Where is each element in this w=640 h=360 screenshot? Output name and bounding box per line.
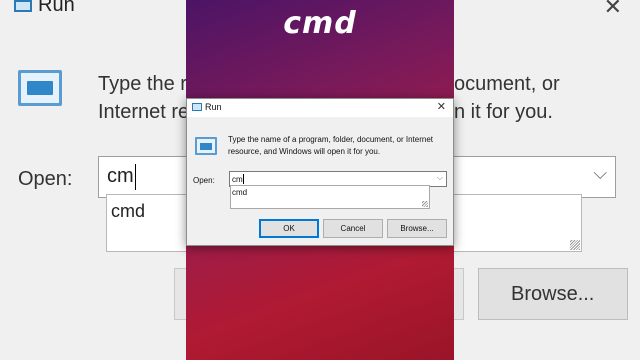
text-caret [135,164,136,190]
open-label: Open: [193,176,215,185]
browse-button[interactable]: Browse... [387,219,447,238]
chevron-down-icon[interactable]: ⌵ [437,173,443,183]
background-ok-button [174,268,186,320]
background-cancel-button [454,268,464,320]
background-browse-label: Browse... [511,283,595,305]
autocomplete-list: cmd [230,185,430,209]
run-program-icon [195,137,217,155]
title-bar[interactable]: Run ✕ [187,99,453,117]
close-button[interactable]: ✕ [437,100,446,113]
background-dialog-left: Run Type the r Internet re Open: cm cmd [0,0,186,360]
background-browse-button: Browse... [478,268,628,320]
dialog-title: Run [205,102,222,112]
background-description-right: ocument, or n it for you. [454,73,560,123]
background-input-value: cm [107,165,134,187]
dialog-description: Type the name of a program, folder, docu… [228,135,434,156]
autocomplete-item[interactable]: cmd [232,188,247,197]
background-autocomplete-item: cmd [111,201,146,221]
background-dialog-right: ✕ ocument, or n it for you. ⌵ Browse... [454,0,640,360]
background-open-input-right: ⌵ [454,156,616,198]
open-input-value: cm [232,175,243,184]
background-open-label: Open: [18,168,73,190]
text-caret [243,174,244,184]
background-autocomplete-right [454,194,582,252]
run-program-icon [18,70,62,106]
run-icon [192,103,202,111]
background-description: Type the r Internet re [98,73,186,123]
overlay-caption: cmd [283,6,357,41]
background-open-input: cm [98,156,186,198]
run-dialog: Run ✕ Type the name of a program, folder… [186,98,454,246]
background-autocomplete: cmd [106,194,186,252]
resize-grip-icon[interactable] [422,201,428,207]
resize-grip-icon [570,240,580,250]
cancel-button[interactable]: Cancel [323,219,383,238]
chevron-down-icon: ⌵ [593,163,607,183]
ok-button[interactable]: OK [259,219,319,238]
